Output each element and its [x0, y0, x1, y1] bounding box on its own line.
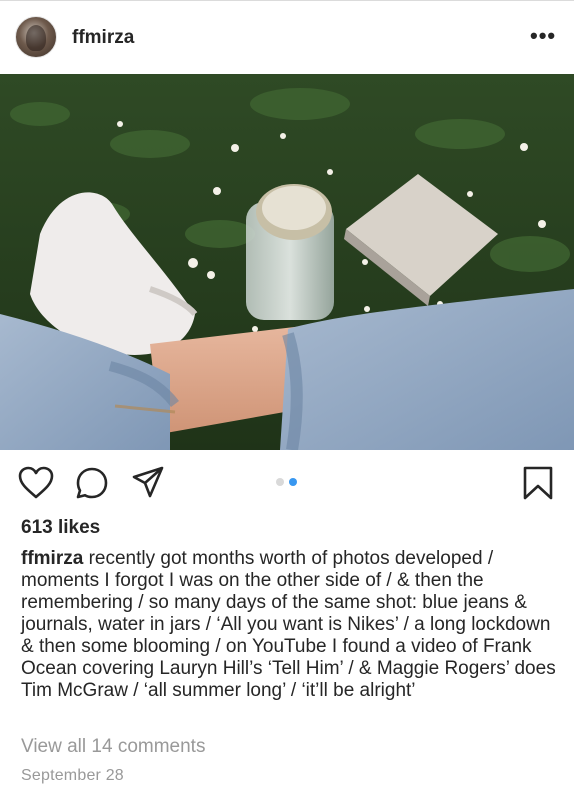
bookmark-icon[interactable] — [523, 466, 553, 500]
post-caption: ffmirza recently got months worth of pho… — [21, 548, 561, 702]
carousel-indicator — [276, 478, 302, 488]
more-options-icon[interactable]: ••• — [530, 25, 556, 47]
carousel-dot-1[interactable] — [276, 478, 284, 486]
post-header: ffmirza ••• — [0, 0, 574, 74]
caption-username[interactable]: ffmirza — [21, 548, 83, 569]
heart-icon[interactable] — [18, 466, 54, 500]
likes-count[interactable]: 613 likes — [21, 517, 100, 539]
caption-text: recently got months worth of photos deve… — [21, 548, 556, 701]
avatar[interactable] — [15, 16, 57, 58]
post-username[interactable]: ffmirza — [72, 28, 134, 48]
view-comments-link[interactable]: View all 14 comments — [21, 736, 205, 758]
comment-bubble-icon[interactable] — [75, 466, 109, 500]
post-date: September 28 — [21, 767, 124, 784]
paper-plane-icon[interactable] — [131, 465, 165, 499]
post-photo[interactable] — [0, 74, 574, 450]
carousel-dot-2-active[interactable] — [289, 478, 297, 486]
